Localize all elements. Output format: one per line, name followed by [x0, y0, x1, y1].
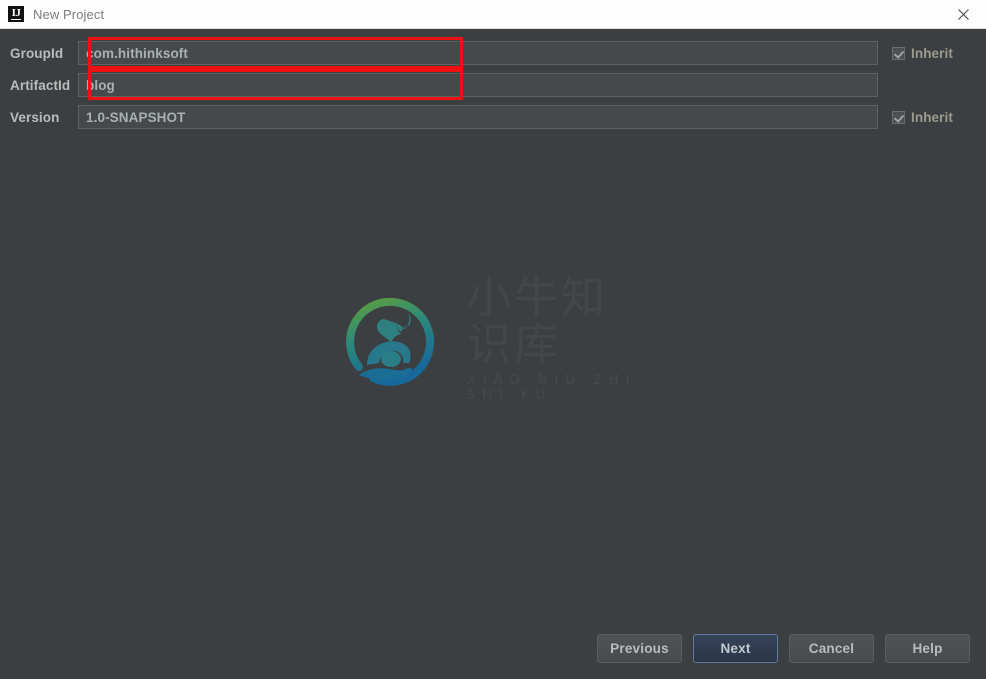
ox-in-hand-circle-logo	[346, 297, 435, 386]
watermark-subtitle: XIAO NIU ZHI SHI KU	[467, 372, 637, 403]
checkbox-checked-icon[interactable]	[892, 110, 905, 124]
new-project-dialog: IJ New Project GroupId com.hithinksoft I…	[0, 0, 986, 679]
cancel-button[interactable]: Cancel	[789, 634, 874, 663]
artifactid-input[interactable]: blog	[78, 73, 878, 97]
window-title: New Project	[33, 6, 105, 22]
groupid-input[interactable]: com.hithinksoft	[78, 41, 878, 65]
close-icon[interactable]	[940, 0, 986, 28]
intellij-idea-icon: IJ	[8, 6, 24, 22]
version-input[interactable]: 1.0-SNAPSHOT	[78, 105, 878, 129]
version-label: Version	[10, 109, 60, 125]
next-button[interactable]: Next	[693, 634, 778, 663]
previous-button[interactable]: Previous	[597, 634, 682, 663]
title-bar: IJ New Project	[0, 0, 986, 29]
help-button[interactable]: Help	[885, 634, 970, 663]
watermark: 小牛知识库 XIAO NIU ZHI SHI KU	[339, 275, 649, 403]
version-inherit-label: Inherit	[911, 109, 953, 125]
groupid-inherit-checkbox[interactable]: Inherit	[892, 46, 953, 61]
version-inherit-checkbox[interactable]: Inherit	[892, 110, 953, 125]
watermark-text: 小牛知识库 XIAO NIU ZHI SHI KU	[467, 272, 649, 403]
watermark-title: 小牛知识库	[467, 272, 608, 370]
form-row-artifactid: ArtifactId blog	[0, 69, 986, 101]
groupid-inherit-label: Inherit	[911, 45, 953, 61]
dialog-button-bar: Previous Next Cancel Help	[597, 634, 970, 663]
checkbox-checked-icon[interactable]	[892, 46, 905, 60]
form-row-version: Version 1.0-SNAPSHOT Inherit	[0, 101, 986, 133]
artifactid-label: ArtifactId	[10, 77, 71, 93]
groupid-label: GroupId	[10, 45, 64, 61]
form-row-groupid: GroupId com.hithinksoft Inherit	[0, 37, 986, 69]
